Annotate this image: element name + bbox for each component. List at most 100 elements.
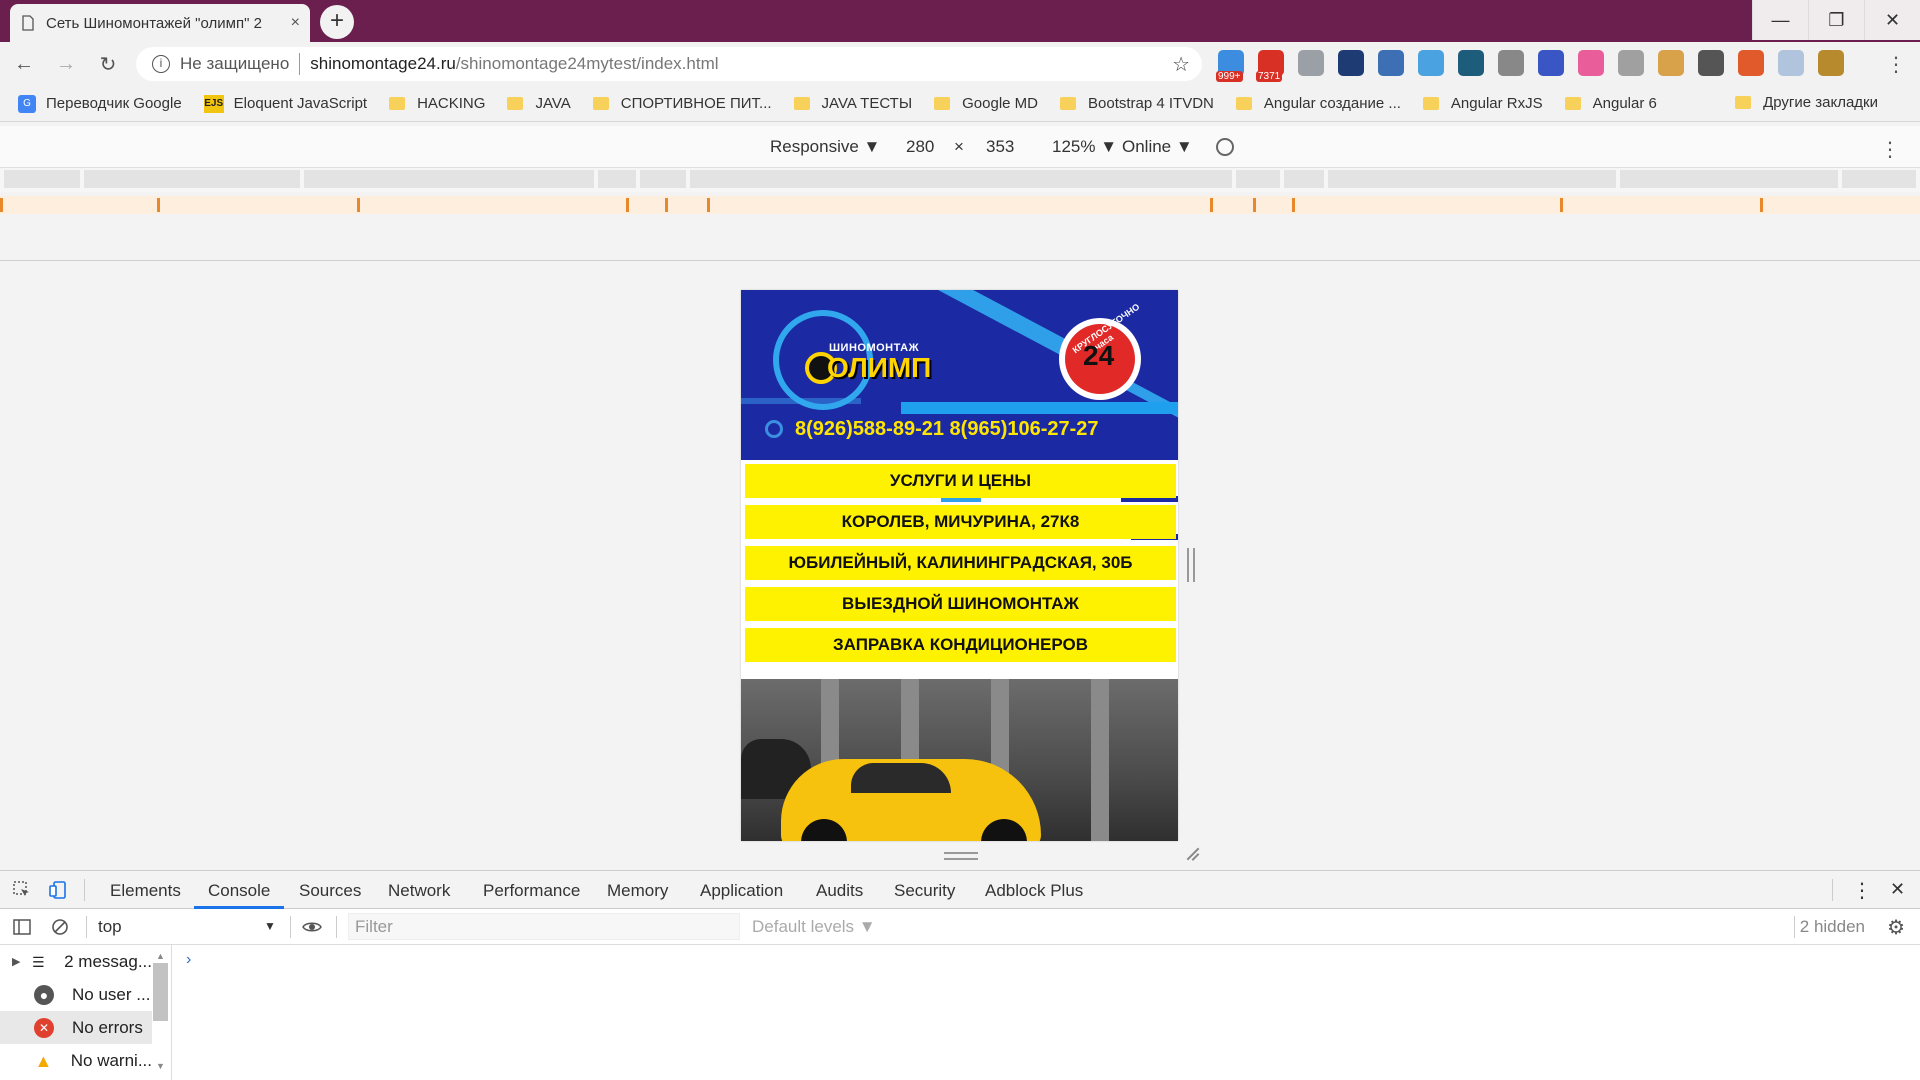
clear-console-icon[interactable] bbox=[50, 917, 70, 937]
tab-network[interactable]: Network bbox=[388, 881, 450, 901]
breakpoint-marker[interactable] bbox=[1560, 198, 1563, 212]
bookmark-item[interactable]: Bootstrap 4 ITVDN bbox=[1060, 95, 1214, 112]
ext-download-icon[interactable] bbox=[1698, 50, 1724, 76]
reload-button[interactable]: ↻ bbox=[90, 52, 126, 77]
media-query-segment[interactable] bbox=[690, 170, 1232, 188]
device-viewport[interactable]: ШИНОМОНТАЖ ОЛИМП КРУГЛОСУТОЧНО часа 24 8… bbox=[741, 290, 1178, 841]
breakpoint-marker[interactable] bbox=[1210, 198, 1213, 212]
gear-icon[interactable]: ⚙ bbox=[1887, 915, 1905, 940]
viewport-height-input[interactable]: 353 bbox=[986, 137, 1014, 157]
breakpoint-marker[interactable] bbox=[1253, 198, 1256, 212]
tab-adblock-plus[interactable]: Adblock Plus bbox=[985, 881, 1083, 901]
ext-chrome-icon[interactable] bbox=[1738, 50, 1764, 76]
tab-sources[interactable]: Sources bbox=[299, 881, 361, 901]
media-query-segment[interactable] bbox=[1236, 170, 1280, 188]
tab-console[interactable]: Console bbox=[208, 881, 270, 901]
device-toggle-icon[interactable] bbox=[48, 880, 68, 900]
ext-drive-icon[interactable] bbox=[1338, 50, 1364, 76]
forward-button[interactable]: → bbox=[48, 53, 84, 76]
media-query-segment[interactable] bbox=[1842, 170, 1916, 188]
tab-memory[interactable]: Memory bbox=[607, 881, 668, 901]
info-icon[interactable]: i bbox=[152, 55, 170, 73]
devtools-menu-icon[interactable]: ⋮ bbox=[1852, 878, 1872, 903]
media-query-segment[interactable] bbox=[640, 170, 686, 188]
media-query-segment[interactable] bbox=[4, 170, 80, 188]
media-query-segment[interactable] bbox=[1620, 170, 1838, 188]
context-select[interactable]: top bbox=[98, 917, 122, 937]
bookmark-item[interactable]: HACKING bbox=[389, 95, 485, 112]
bookmark-item[interactable]: Angular RxJS bbox=[1422, 95, 1543, 112]
bookmark-item[interactable]: JAVA ТЕСТЫ bbox=[793, 95, 912, 112]
bookmark-item[interactable]: G Переводчик Google bbox=[18, 94, 182, 113]
throttle-select[interactable]: Online ▼ bbox=[1122, 137, 1193, 157]
ext-circle-icon[interactable] bbox=[1618, 50, 1644, 76]
viewport-width-input[interactable]: 280 bbox=[906, 137, 934, 157]
back-button[interactable]: ← bbox=[6, 53, 42, 76]
ext-gradient-icon[interactable] bbox=[1578, 50, 1604, 76]
ext-puzzle-icon[interactable] bbox=[1778, 50, 1804, 76]
viewport-resize-bottom-handle[interactable] bbox=[944, 852, 978, 860]
context-dropdown-icon[interactable]: ▼ bbox=[264, 919, 276, 933]
rotate-icon[interactable] bbox=[1216, 138, 1234, 156]
devtools-close-icon[interactable]: ✕ bbox=[1890, 879, 1905, 900]
ext-crop-icon[interactable] bbox=[1538, 50, 1564, 76]
breakpoint-marker[interactable] bbox=[626, 198, 629, 212]
menu-item-korolev[interactable]: КОРОЛЕВ, МИЧУРИНА, 27К8 bbox=[745, 505, 1176, 539]
breakpoint-marker[interactable] bbox=[665, 198, 668, 212]
tab-audits[interactable]: Audits bbox=[816, 881, 863, 901]
bookmark-star-icon[interactable]: ☆ bbox=[1172, 52, 1190, 77]
site-logo[interactable]: ШИНОМОНТАЖ ОЛИМП bbox=[799, 334, 931, 384]
viewport-resize-corner-handle[interactable] bbox=[1183, 846, 1199, 862]
expand-arrow-icon[interactable]: ▶ bbox=[12, 955, 20, 968]
ext-1-icon[interactable]: 999+ bbox=[1216, 50, 1244, 82]
bookmark-item[interactable]: JAVA bbox=[507, 95, 571, 112]
ext-palette-icon[interactable] bbox=[1658, 50, 1684, 76]
menu-item-mobile-service[interactable]: ВЫЕЗДНОЙ ШИНОМОНТАЖ bbox=[745, 587, 1176, 621]
eye-icon[interactable] bbox=[302, 917, 322, 937]
breakpoint-marker[interactable] bbox=[0, 198, 3, 212]
scroll-up-arrow-icon[interactable]: ▲ bbox=[156, 951, 165, 961]
browser-tab[interactable]: Сеть Шиномонтажей "олимп" 2 × bbox=[10, 4, 310, 42]
device-select[interactable]: Responsive ▼ bbox=[770, 137, 880, 157]
menu-item-yubileyny[interactable]: ЮБИЛЕЙНЫЙ, КАЛИНИНГРАДСКАЯ, 30Б bbox=[745, 546, 1176, 580]
breakpoint-marker[interactable] bbox=[357, 198, 360, 212]
console-prompt[interactable]: › bbox=[186, 951, 191, 969]
breakpoint-marker[interactable] bbox=[157, 198, 160, 212]
sidebar-scrollbar[interactable] bbox=[153, 963, 168, 1021]
breakpoint-marker[interactable] bbox=[1760, 198, 1763, 212]
tab-security[interactable]: Security bbox=[894, 881, 955, 901]
media-query-segment[interactable] bbox=[1328, 170, 1616, 188]
bookmark-item[interactable]: СПОРТИВНОЕ ПИТ... bbox=[592, 95, 772, 112]
ext-w-icon[interactable] bbox=[1458, 50, 1484, 76]
tab-close-icon[interactable]: × bbox=[291, 14, 300, 32]
bookmark-item[interactable]: Angular 6 bbox=[1564, 95, 1657, 112]
ext-wordpress-icon[interactable] bbox=[1378, 50, 1404, 76]
menu-item-ac-refill[interactable]: ЗАПРАВКА КОНДИЦИОНЕРОВ bbox=[745, 628, 1176, 662]
tab-performance[interactable]: Performance bbox=[483, 881, 580, 901]
ext-music-icon[interactable] bbox=[1298, 50, 1324, 76]
tab-elements[interactable]: Elements bbox=[110, 881, 181, 901]
bookmark-item[interactable]: EJS Eloquent JavaScript bbox=[203, 94, 367, 113]
media-query-segment[interactable] bbox=[84, 170, 300, 188]
zoom-select[interactable]: 125% ▼ bbox=[1052, 137, 1117, 157]
tab-application[interactable]: Application bbox=[700, 881, 783, 901]
breakpoint-marker[interactable] bbox=[1292, 198, 1295, 212]
ext-search-icon[interactable] bbox=[1418, 50, 1444, 76]
media-query-segment[interactable] bbox=[304, 170, 594, 188]
bookmark-item[interactable]: Google MD bbox=[934, 95, 1038, 112]
viewport-resize-right-handle[interactable] bbox=[1187, 548, 1195, 582]
sidebar-item-user-messages[interactable]: ● No user ... bbox=[0, 978, 152, 1011]
sidebar-item-warnings[interactable]: ▲ No warni... bbox=[0, 1044, 152, 1077]
ext-gmail-icon[interactable]: 7371 bbox=[1256, 50, 1284, 82]
new-tab-button[interactable]: + bbox=[320, 5, 354, 39]
scroll-down-arrow-icon[interactable]: ▼ bbox=[156, 1061, 165, 1071]
other-bookmarks[interactable]: Другие закладки bbox=[1735, 94, 1878, 111]
minimize-button[interactable]: — bbox=[1752, 0, 1808, 40]
media-query-segment[interactable] bbox=[1284, 170, 1324, 188]
sidebar-toggle-icon[interactable] bbox=[12, 917, 32, 937]
device-menu-icon[interactable]: ⋮ bbox=[1880, 137, 1900, 162]
ext-avatar-icon[interactable] bbox=[1818, 50, 1844, 76]
console-filter-input[interactable]: Filter bbox=[348, 913, 740, 940]
sidebar-item-errors[interactable]: ✕ No errors bbox=[0, 1011, 152, 1044]
restore-button[interactable]: ❐ bbox=[1808, 0, 1864, 40]
